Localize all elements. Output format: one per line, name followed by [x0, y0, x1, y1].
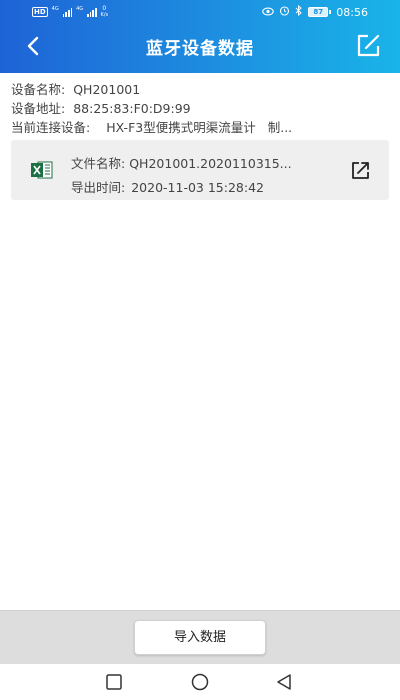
excel-icon — [31, 160, 53, 180]
export-time-value: 2020-11-03 15:28:42 — [131, 180, 264, 195]
back-icon — [277, 674, 291, 690]
file-card[interactable]: 文件名称: QH201001.2020110315... 导出时间: 2020-11… — [11, 140, 389, 200]
signal-icon — [87, 7, 97, 17]
status-left: HD 4G 4G 0 K/s — [32, 6, 108, 18]
export-time-label: 导出时间: — [71, 180, 126, 195]
file-name: 文件名称: QH201001.2020110315... — [71, 153, 321, 172]
device-name-value: QH201001 — [73, 82, 141, 97]
file-name-label: 文件名称: — [71, 156, 126, 171]
device-address-label: 设备地址: — [11, 101, 66, 116]
bottom-bar: 导入数据 — [0, 610, 400, 664]
recents-button[interactable] — [104, 673, 124, 691]
status-time: 08:56 — [336, 5, 368, 19]
export-time: 导出时间: 2020-11-03 15:28:42 — [71, 177, 264, 196]
connected-device-suffix: 制... — [267, 120, 293, 135]
signal-icon — [62, 7, 73, 17]
system-nav-bar — [0, 664, 400, 700]
home-icon — [191, 673, 209, 691]
file-name-value: QH201001.2020110315... — [129, 156, 292, 171]
share-button[interactable] — [349, 160, 371, 182]
device-name-row: 设备名称: QH201001 — [11, 80, 391, 99]
hd-badge: HD — [32, 7, 48, 17]
recents-icon — [106, 674, 122, 690]
device-address-value: 88:25:83:F0:D9:99 — [73, 101, 191, 116]
alarm-icon — [279, 5, 290, 19]
net-speed: 0 K/s — [100, 6, 109, 19]
status-right: 87 08:56 — [262, 4, 368, 19]
connected-device-label: 当前连接设备: — [11, 120, 91, 135]
connected-device-value: HX-F3型便携式明渠流量计 — [106, 120, 256, 135]
bluetooth-icon — [295, 4, 303, 19]
sim1-label: 4G — [51, 5, 59, 12]
back-nav-button[interactable] — [274, 673, 294, 691]
eye-icon — [262, 6, 275, 19]
device-address-row: 设备地址: 88:25:83:F0:D9:99 — [11, 99, 391, 118]
page-title: 蓝牙设备数据 — [146, 39, 254, 59]
device-info: 设备名称: QH201001 设备地址: 88:25:83:F0:D9:99 当前连… — [11, 80, 391, 137]
battery-icon: 87 — [308, 7, 332, 17]
net-speed-unit: K/s — [100, 12, 109, 18]
home-button[interactable] — [190, 673, 210, 691]
status-bar: HD 4G 4G 0 K/s 87 08:56 — [0, 0, 400, 24]
share-icon — [352, 162, 369, 179]
edit-button[interactable] — [354, 32, 382, 60]
device-name-label: 设备名称: — [11, 82, 66, 97]
connected-device-row: 当前连接设备: HX-F3型便携式明渠流量计 制... — [11, 118, 391, 137]
edit-icon — [357, 34, 380, 57]
battery-level: 87 — [308, 7, 329, 17]
app-bar: 蓝牙设备数据 — [0, 24, 400, 73]
sim2-label: 4G — [76, 5, 84, 12]
import-data-button[interactable]: 导入数据 — [134, 620, 266, 655]
header: HD 4G 4G 0 K/s 87 08:56 蓝牙设备数据 — [0, 0, 400, 73]
